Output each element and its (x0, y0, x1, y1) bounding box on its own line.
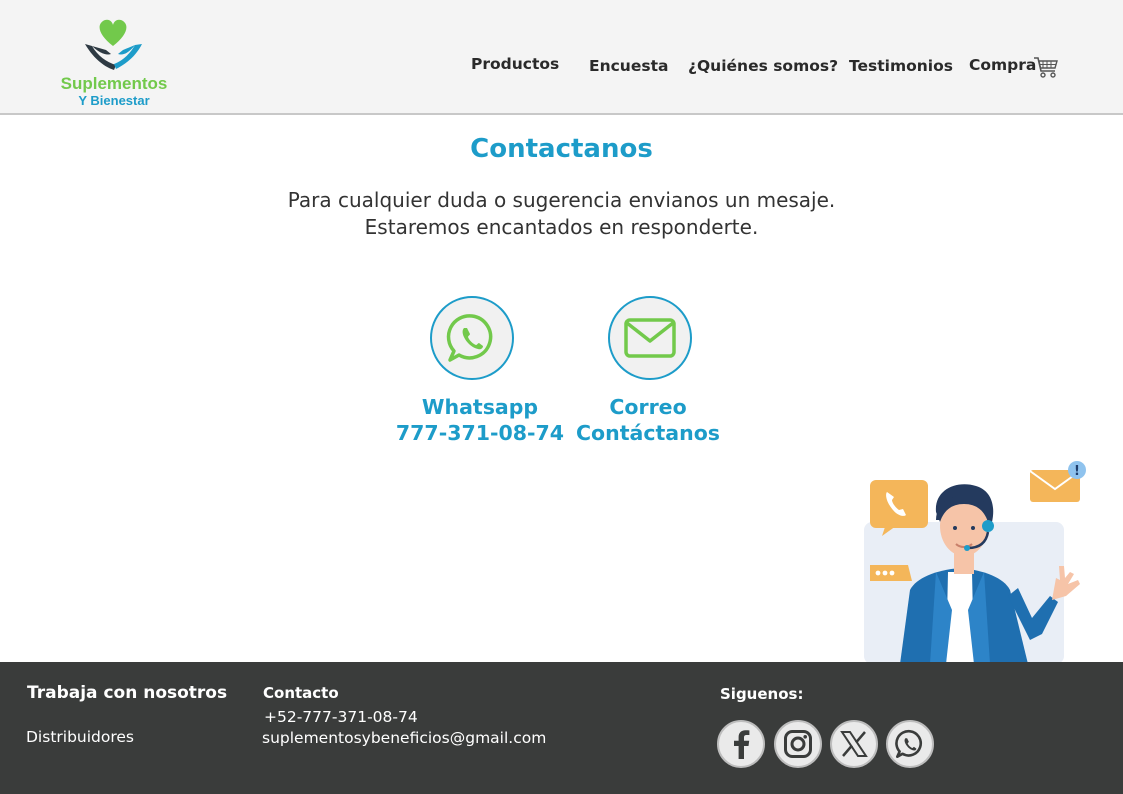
mail-button[interactable] (608, 296, 692, 380)
instagram-link[interactable] (774, 720, 822, 768)
heart-hands-icon (85, 19, 142, 70)
shopping-cart-icon[interactable] (1033, 54, 1059, 80)
contact-description-line-1: Para cualquier duda o sugerencia enviano… (287, 188, 836, 212)
whatsapp-button[interactable] (430, 296, 514, 380)
brand-name: Suplementos (60, 74, 168, 93)
mail-contact-link[interactable]: Contáctanos (548, 421, 748, 445)
x-link[interactable] (830, 720, 878, 768)
instagram-icon (784, 730, 812, 758)
facebook-link[interactable] (717, 720, 765, 768)
footer-contact-heading: Contacto (263, 684, 339, 702)
whatsapp-social-link[interactable] (886, 720, 934, 768)
mail-label: Correo (609, 395, 687, 419)
footer-work-heading: Trabaja con nosotros (27, 683, 228, 703)
nav-testimonios[interactable]: Testimonios (849, 57, 953, 81)
footer-phone: +52-777-371-08-74 (264, 708, 418, 726)
nav-encuesta[interactable]: Encuesta (589, 57, 668, 81)
nav-quienes-somos[interactable]: ¿Quiénes somos? (688, 57, 838, 81)
footer-follow-heading: Siguenos: (720, 685, 804, 703)
footer-distribuidores-link[interactable]: Distribuidores (26, 728, 134, 746)
whatsapp-icon (446, 314, 493, 362)
nav-productos[interactable]: Productos (471, 55, 559, 79)
contact-description-line-2: Estaremos encantados en responderte. (364, 215, 759, 239)
x-icon (840, 731, 868, 757)
footer-email[interactable]: suplementosybeneficios@gmail.com (262, 729, 546, 747)
page-title: Contactanos (470, 134, 653, 164)
svg-text:!: ! (1074, 464, 1080, 479)
brand-subtitle: Y Bienestar (78, 93, 150, 108)
brand-logo[interactable]: Suplementos Y Bienestar (50, 14, 180, 110)
nav-compra[interactable]: Compra (969, 56, 1036, 80)
facebook-icon (734, 730, 750, 759)
whatsapp-icon (895, 729, 923, 758)
site-header: Suplementos Y Bienestar Productos Encues… (0, 0, 1123, 115)
site-footer (0, 662, 1123, 794)
customer-support-agent-illustration: ! (860, 460, 1100, 664)
mail-icon (624, 318, 676, 358)
